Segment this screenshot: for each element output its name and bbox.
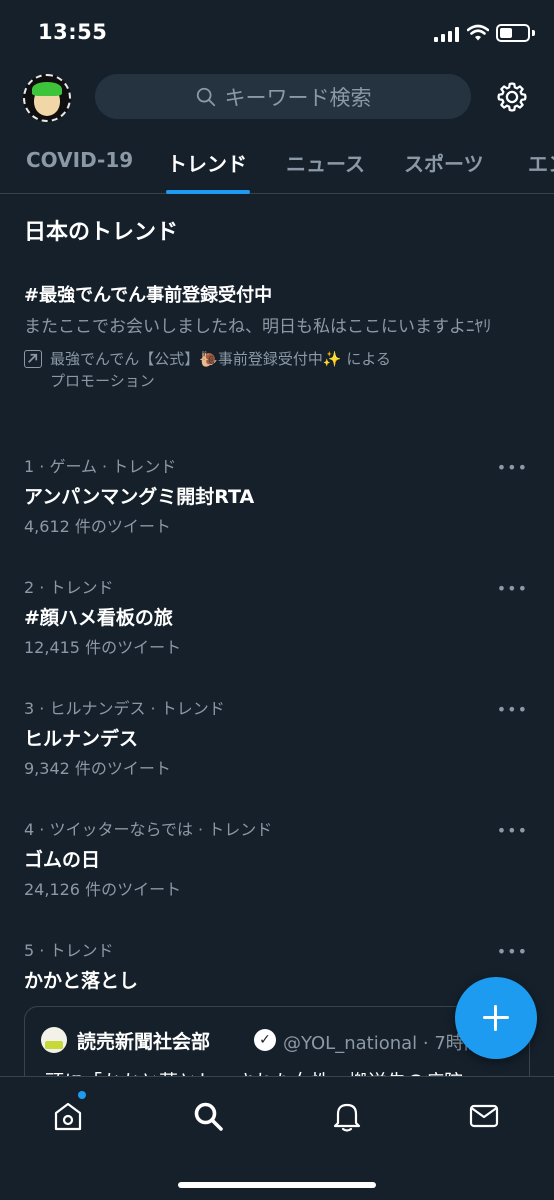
explore-icon[interactable]: [191, 1099, 225, 1133]
trend-meta: 4 · ツイッターならでは · トレンド: [24, 820, 273, 839]
promoted-advertiser: 最強でんでん【公式】🐌事前登録受付中✨ による: [50, 350, 391, 368]
trend-meta: 1 · ゲーム · トレンド: [24, 457, 177, 476]
gear-icon[interactable]: [495, 80, 529, 114]
search-icon: [196, 87, 215, 106]
promoted-title: #最強でんでん事前登録受付中: [24, 285, 273, 306]
trend-item[interactable]: 4 · ツイッターならでは · トレンド ゴムの日 24,126 件のツイート …: [24, 819, 534, 919]
trend-name: かかと落とし: [24, 970, 139, 992]
battery-tip: [532, 30, 535, 36]
trend-name: ゴムの日: [24, 849, 101, 871]
more-icon[interactable]: •••: [497, 821, 528, 840]
promoted-by: 最強でんでん【公式】🐌事前登録受付中✨ による プロモーション: [24, 348, 534, 392]
more-icon[interactable]: •••: [497, 579, 528, 598]
trend-name: アンパンマングミ開封RTA: [24, 486, 255, 508]
promoted-label: プロモーション: [50, 372, 155, 390]
embed-avatar: [41, 1027, 67, 1053]
explore-tabs: COVID-19 トレンド ニュース スポーツ エン: [0, 138, 554, 194]
verified-badge-icon: ✓: [254, 1029, 276, 1051]
notification-dot: [78, 1091, 86, 1099]
wifi-icon: [467, 24, 489, 41]
trend-count: 24,126 件のツイート: [24, 880, 182, 899]
mail-icon[interactable]: [467, 1099, 501, 1133]
promoted-trend[interactable]: #最強でんでん事前登録受付中 またここでお会いしましたね、明日も私はここにいます…: [24, 282, 534, 392]
more-icon[interactable]: •••: [497, 458, 528, 477]
profile-avatar[interactable]: [23, 74, 71, 122]
status-bar: 13:55: [0, 0, 554, 66]
status-time: 13:55: [38, 20, 108, 44]
promoted-arrow-icon: [24, 350, 42, 368]
trend-meta: 5 · トレンド: [24, 941, 114, 960]
embed-author: 読売新聞社会部: [77, 1031, 211, 1053]
trend-name: #顔ハメ看板の旅: [24, 607, 173, 629]
tab-trends[interactable]: トレンド: [167, 148, 247, 177]
home-icon[interactable]: [51, 1099, 85, 1133]
section-title: 日本のトレンド: [24, 220, 179, 245]
battery-icon: [496, 24, 530, 42]
trend-item[interactable]: 2 · トレンド #顔ハメ看板の旅 12,415 件のツイート •••: [24, 577, 534, 677]
more-icon[interactable]: •••: [497, 700, 528, 719]
signal-icon: [434, 27, 460, 42]
tab-covid19[interactable]: COVID-19: [26, 148, 133, 172]
trend-item[interactable]: 1 · ゲーム · トレンド アンパンマングミ開封RTA 4,612 件のツイー…: [24, 456, 534, 556]
trend-count: 12,415 件のツイート: [24, 638, 182, 657]
tab-entertainment[interactable]: エン: [528, 148, 554, 177]
home-indicator: [178, 1182, 376, 1188]
compose-button[interactable]: [455, 977, 537, 1059]
embed-handle: @YOL_national · 7時間: [283, 1033, 482, 1054]
bell-icon[interactable]: [330, 1099, 364, 1133]
avatar-hair: [32, 82, 62, 96]
trend-count: 9,342 件のツイート: [24, 759, 171, 778]
promoted-description: またここでお会いしましたね、明日も私はここにいますよﾆﾔﾘ: [24, 317, 492, 337]
trend-meta: 2 · トレンド: [24, 578, 114, 597]
tab-sports[interactable]: スポーツ: [404, 148, 484, 177]
search-placeholder: キーワード検索: [224, 85, 372, 110]
trend-name: ヒルナンデス: [24, 728, 139, 750]
tab-news[interactable]: ニュース: [286, 148, 365, 177]
search-input[interactable]: キーワード検索: [95, 74, 471, 119]
trend-item[interactable]: 3 · ヒルナンデス · トレンド ヒルナンデス 9,342 件のツイート ••…: [24, 698, 534, 798]
trend-count: 4,612 件のツイート: [24, 517, 171, 536]
trend-meta: 3 · ヒルナンデス · トレンド: [24, 699, 225, 718]
more-icon[interactable]: •••: [497, 942, 528, 961]
active-tab-indicator: [166, 190, 250, 194]
